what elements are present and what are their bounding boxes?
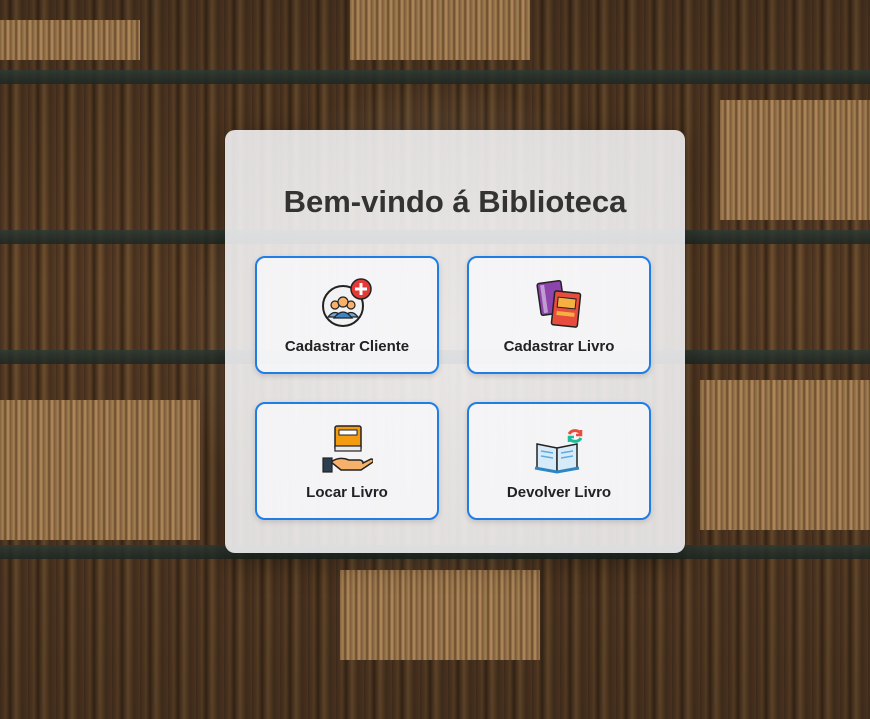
register-client-label: Cadastrar Cliente [284,338,410,355]
lend-book-button[interactable]: Locar Livro [255,402,439,520]
background-shelf [0,400,200,540]
return-book-label: Devolver Livro [506,484,612,501]
background-shelf [340,570,540,660]
add-client-icon [322,278,372,327]
welcome-card: Bem-vindo á Biblioteca Cadastrar Cliente… [225,130,685,553]
background-shelf [700,380,870,530]
return-book-icon [534,429,583,474]
register-book-button[interactable]: Cadastrar Livro [467,256,651,374]
background-shelf [720,100,870,220]
lend-book-label: Locar Livro [306,484,388,501]
books-icon [536,279,582,328]
return-book-button[interactable]: Devolver Livro [467,402,651,520]
background-shelf [350,0,530,60]
register-client-button[interactable]: Cadastrar Cliente [255,256,439,374]
background-shelf [0,20,140,60]
register-book-label: Cadastrar Livro [503,338,615,355]
page-title: Bem-vindo á Biblioteca [283,184,627,219]
lend-book-icon [322,425,373,473]
background-balcony-1 [0,70,870,84]
